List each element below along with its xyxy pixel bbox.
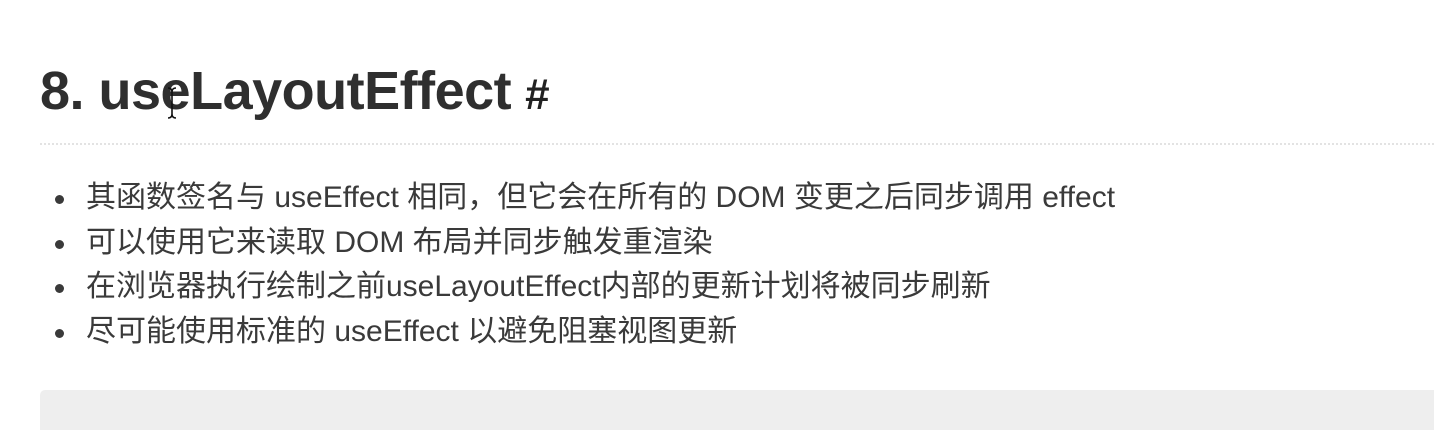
list-item-text: 可以使用它来读取 DOM 布局并同步触发重渲染 [86,225,713,259]
list-item-text: 尽可能使用标准的 useEffect 以避免阻塞视图更新 [86,314,738,348]
list-item-text: 在浏览器执行绘制之前useLayoutEffect内部的更新计划将被同步刷新 [86,270,991,303]
code-block [40,390,1434,430]
list-item: 其函数签名与 useEffect 相同，但它会在所有的 DOM 变更之后同步调用… [40,176,1115,221]
section-heading-container: 8. useLayoutEffect # [40,58,1434,128]
list-item: 尽可能使用标准的 useEffect 以避免阻塞视图更新 [40,310,1115,355]
heading-anchor-link[interactable]: # [525,70,549,119]
text-cursor-icon [167,87,177,119]
bullet-icon [55,239,64,249]
list-item: 可以使用它来读取 DOM 布局并同步触发重渲染 [40,221,1115,266]
section-heading-text: 8. useLayoutEffect [40,61,512,121]
bullet-icon [55,284,64,293]
section-heading: 8. useLayoutEffect # [40,58,1434,128]
list-item: 在浏览器执行绘制之前useLayoutEffect内部的更新计划将被同步刷新 [40,265,1115,310]
feature-list: 其函数签名与 useEffect 相同，但它会在所有的 DOM 变更之后同步调用… [40,176,1115,354]
heading-divider [40,143,1434,145]
list-item-text: 其函数签名与 useEffect 相同，但它会在所有的 DOM 变更之后同步调用… [86,181,1116,214]
bullet-icon [55,328,64,338]
bullet-icon [55,195,64,204]
